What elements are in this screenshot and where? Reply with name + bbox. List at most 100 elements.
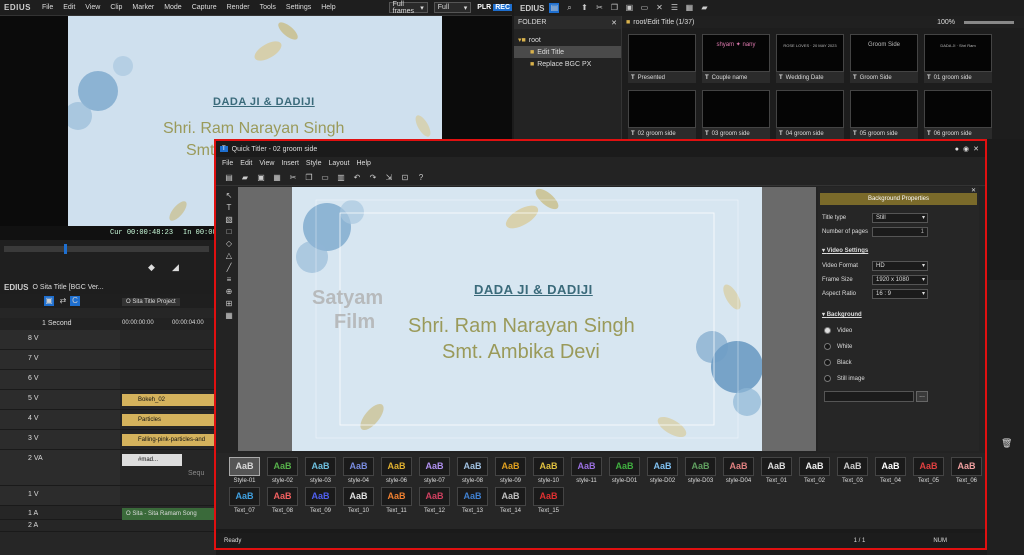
style-preset[interactable]: AaB Text_12 [418, 487, 451, 515]
bg-option-still[interactable]: Still image [824, 375, 865, 382]
titler-menu-style[interactable]: Style [306, 160, 322, 167]
text-tool-icon[interactable]: T [224, 203, 234, 213]
delete-icon[interactable]: ▥ [336, 173, 346, 183]
style-preset[interactable]: AaB Text_05 [912, 457, 945, 485]
plr-label[interactable]: PLR [477, 4, 491, 11]
style-preset[interactable]: AaB style-06 [380, 457, 413, 485]
open-icon[interactable]: ▰ [240, 173, 250, 183]
video-format-select[interactable]: HD ▾ [872, 261, 928, 271]
bin-item[interactable]: T Presented [628, 34, 696, 84]
undo-icon[interactable]: ↶ [352, 173, 362, 183]
bin-item[interactable]: DADA JI · Shri Ram T 01 groom side [924, 34, 992, 84]
track-1v[interactable]: 1 V [0, 486, 216, 506]
style-preset[interactable]: AaB Text_10 [342, 487, 375, 515]
copy-icon[interactable]: ❐ [304, 173, 314, 183]
style-preset[interactable]: AaB style-04 [342, 457, 375, 485]
style-preset[interactable]: AaB style-09 [494, 457, 527, 485]
style-preset[interactable]: AaB Text_04 [874, 457, 907, 485]
style-preset[interactable]: AaB style-08 [456, 457, 489, 485]
aspect-select[interactable]: 16 : 9 ▾ [872, 289, 928, 299]
titler-menu-view[interactable]: View [259, 160, 274, 167]
timeline-clip[interactable]: Particles [122, 414, 214, 426]
track-5v[interactable]: 5 V Bokeh_02 [0, 390, 216, 410]
browse-button[interactable]: ... [916, 391, 928, 402]
track-4v[interactable]: 4 V Particles [0, 410, 216, 430]
paste-icon[interactable]: ▣ [624, 3, 634, 13]
style-preset[interactable]: AaB style-11 [570, 457, 603, 485]
triangle-tool-icon[interactable]: △ [224, 251, 234, 261]
link-icon[interactable]: C [70, 296, 80, 306]
view-grid-icon[interactable]: ▦ [684, 3, 694, 13]
folder-edit-title[interactable]: ■ Edit Title [514, 46, 621, 58]
style-preset[interactable]: AaB style-D04 [722, 457, 755, 485]
bin-item[interactable]: T 03 groom side [702, 90, 770, 140]
menu-render[interactable]: Render [222, 4, 255, 11]
align-left-icon[interactable]: ≡ [224, 275, 234, 285]
bg-option-white[interactable]: White [824, 343, 852, 350]
align-icon[interactable]: ⇲ [384, 173, 394, 183]
folder-icon[interactable]: ▰ [699, 3, 709, 13]
style-preset[interactable]: AaB style-02 [266, 457, 299, 485]
maximize-icon[interactable]: ◉ [963, 145, 969, 153]
still-image-path[interactable] [824, 391, 914, 402]
mark-out-icon[interactable]: ◢ [172, 262, 179, 273]
distribute-icon[interactable]: ⊞ [224, 299, 234, 309]
canvas-name-line[interactable]: Shri. Ram Narayan Singh [408, 315, 635, 338]
copy-icon[interactable]: ❐ [609, 3, 619, 13]
minimize-icon[interactable]: ● [955, 146, 959, 153]
title-type-select[interactable]: Still ▾ [872, 213, 928, 223]
canvas-name-line-2[interactable]: Smt. Ambika Devi [442, 341, 600, 364]
line-tool-icon[interactable]: ╱ [224, 263, 234, 273]
style-preset[interactable]: AaB style-10 [532, 457, 565, 485]
menu-view[interactable]: View [80, 4, 105, 11]
rec-label[interactable]: REC [493, 4, 512, 11]
track-2a[interactable]: 2 A [0, 520, 216, 532]
up-folder-icon[interactable]: ⬆ [579, 3, 589, 13]
save-icon[interactable]: ▣ [256, 173, 266, 183]
zoom-slider[interactable] [964, 20, 1014, 24]
audio-clip[interactable]: O Sita - Sita Ramam Song [122, 508, 214, 520]
properties-icon[interactable]: ☰ [669, 3, 679, 13]
menu-clip[interactable]: Clip [105, 4, 127, 11]
titler-menu-insert[interactable]: Insert [281, 160, 299, 167]
menu-mode[interactable]: Mode [159, 4, 187, 11]
pages-field[interactable]: 1 [872, 227, 928, 237]
titler-menu-edit[interactable]: Edit [240, 160, 252, 167]
titler-menu-file[interactable]: File [222, 160, 233, 167]
sequence-tab[interactable]: O Sita Title Project [122, 298, 180, 306]
style-preset[interactable]: AaB Text_06 [950, 457, 983, 485]
timeline-clip[interactable]: Falling-pink-particles-and [122, 434, 214, 446]
player-scrubber[interactable] [4, 244, 209, 254]
menu-tools[interactable]: Tools [255, 4, 281, 11]
image-tool-icon[interactable]: ▧ [224, 215, 234, 225]
timeline-clip[interactable]: Bokeh_02 [122, 394, 214, 406]
ellipse-tool-icon[interactable]: ◇ [224, 239, 234, 249]
bg-option-video[interactable]: Video [824, 327, 852, 334]
paste-icon[interactable]: ▭ [320, 173, 330, 183]
track-8v[interactable]: 8 V [0, 330, 216, 350]
style-preset[interactable]: AaB Text_07 [228, 487, 261, 515]
scale-select[interactable]: 1 Second [42, 320, 72, 327]
trash-icon[interactable]: 🗑 [1001, 438, 1012, 449]
playhead[interactable] [64, 244, 67, 254]
style-preset[interactable]: AaB Text_03 [836, 457, 869, 485]
style-preset[interactable]: AaB Text_09 [304, 487, 337, 515]
style-preset[interactable]: AaB style-D01 [608, 457, 641, 485]
menu-help[interactable]: Help [316, 4, 340, 11]
folder-replace[interactable]: ■ Replace BGC PX [518, 58, 621, 70]
track-1a[interactable]: 1 A O Sita - Sita Ramam Song [0, 508, 216, 520]
delete-icon[interactable]: ✕ [654, 3, 664, 13]
track-2va[interactable]: 2 VA #mad... Sequ [0, 450, 216, 486]
rectangle-tool-icon[interactable]: □ [224, 227, 234, 237]
search-icon[interactable]: ⌕ [564, 3, 574, 13]
redo-icon[interactable]: ↷ [368, 173, 378, 183]
style-preset[interactable]: AaB style-D02 [646, 457, 679, 485]
bin-item[interactable]: shyam ✦ nany T Couple name [702, 34, 770, 84]
bin-item[interactable]: Groom Side T Groom Side [850, 34, 918, 84]
folder-view-icon[interactable]: ▤ [549, 3, 560, 13]
style-preset[interactable]: AaB style-07 [418, 457, 451, 485]
grid-icon[interactable]: ▦ [224, 311, 234, 321]
track-6v[interactable]: 6 V [0, 370, 216, 390]
bin-item[interactable]: T 06 groom side [924, 90, 992, 140]
help-icon[interactable]: ? [416, 173, 426, 183]
